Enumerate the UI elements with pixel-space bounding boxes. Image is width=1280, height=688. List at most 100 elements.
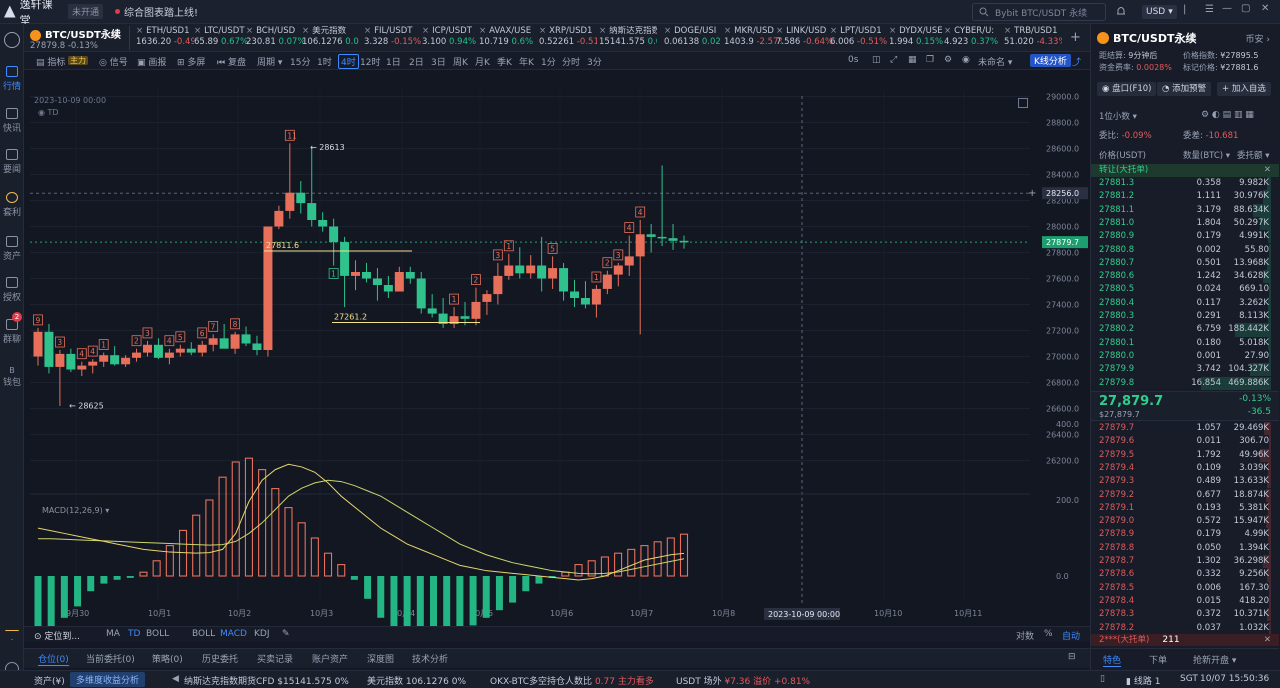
orderbook-row[interactable]: 27880.6 1.242 34.628K [1091,270,1280,284]
ticker-main[interactable]: BTC/USDT永续 27879.8 -0.13% [30,26,130,51]
tab-new-listing[interactable]: 抢新开盘 ▾ [1193,653,1236,666]
globe-icon[interactable] [4,32,20,48]
signal-button[interactable]: ◎ 信号 [99,55,128,68]
close-icon[interactable]: × [136,26,143,36]
orderbook-row[interactable]: 27879.1 0.193 5.381K [1091,501,1280,516]
close-icon[interactable]: × [664,26,671,36]
share-icon[interactable]: ⤴ [1072,55,1081,68]
phone-icon[interactable]: ▯ [1100,674,1105,684]
close-icon[interactable]: × [364,26,371,36]
close-icon[interactable]: × [539,26,546,36]
settings-icon[interactable]: ⚙ ◐ ▤ ▥ ▦ [1201,110,1254,120]
ticker-item[interactable]: × LPT/USD1 6.006 -0.51% [830,26,888,50]
edit-icon[interactable]: ✎ [282,629,290,639]
minimize-icon[interactable]: — [1222,3,1232,14]
nav-flash[interactable]: 快讯 [0,108,24,134]
ticker-item[interactable]: × XRP/USD1 0.52261 -0.51 [539,26,597,50]
close-icon[interactable]: × [776,26,783,36]
ticker-item[interactable]: ×TRB/USD151.020 -4.33% [1004,26,1062,50]
close-icon[interactable]: × [246,26,253,36]
precision-select[interactable]: 1位小数 ▾ [1099,110,1137,122]
orderbook-row[interactable]: 27878.9 0.179 4.99K [1091,528,1280,542]
close-icon[interactable]: × [422,26,429,36]
ticker-item[interactable]: × LTC/USDT 65.89 0.67% [194,26,252,50]
search-box[interactable]: Bybit BTC/USDT 永续 [972,3,1106,21]
close-icon[interactable]: × [724,26,731,36]
percent-toggle[interactable]: % [1044,629,1053,639]
unnamed-layout[interactable]: 未命名 ▾ [978,55,1012,68]
favorite-button[interactable]: + 加入自选 [1217,82,1271,96]
period-1d[interactable]: 1日 [386,55,401,68]
tab-trades[interactable]: 买卖记录 [257,652,293,665]
orderbook-row[interactable]: 27879.2 0.677 18.874K [1091,488,1280,502]
status-item-2[interactable]: OKX-BTC多空持仓人数比 0.77 主力看多 [490,674,654,687]
currency-select[interactable]: USD ▾ [1142,5,1177,19]
refresh-interval[interactable]: 0s [848,55,858,65]
orderbook-row[interactable]: 27878.3 0.372 10.371K [1091,608,1280,622]
chart-svg[interactable]: 29000.0 28800.0 28600.0 28400.0 2 8 200.0 28000… [24,70,1090,626]
orderbook-row[interactable]: 27880.5 0.024 669.10 [1091,283,1280,297]
vip-icon[interactable] [5,630,19,640]
orderbook-row[interactable]: 27880.9 0.179 4.991K [1091,230,1280,244]
close-icon[interactable]: × [830,26,837,36]
close-icon[interactable]: ✕ [1264,634,1271,646]
close-icon[interactable]: × [302,26,309,36]
gear-icon[interactable]: ⚙ [944,55,952,65]
period-2d[interactable]: 2日 [409,55,424,68]
auto-scale-toggle[interactable]: 自动 [1062,629,1080,642]
period-12h[interactable]: 12时 [360,55,380,68]
replay-button[interactable]: ⏮ 复盘 [217,55,246,68]
ticker-item[interactable]: × LINK/USD 7.586 -0.64% [776,26,834,50]
orderbook-row[interactable]: 27878.4 0.015 418.20 [1091,594,1280,609]
orderbook-row[interactable]: 27879.8 16.854 469.886K [1091,376,1280,390]
layout-icon[interactable]: ▦ [908,55,917,65]
period-3d[interactable]: 3日 [431,55,446,68]
account-badge[interactable]: 未开通 [68,4,104,19]
snapshot-icon[interactable]: ◉ [962,55,970,65]
nav-auth[interactable]: 授权 [0,277,24,303]
multi-analysis-link[interactable]: 多维度收益分析 [70,672,146,687]
add-ticker-icon[interactable]: + [1070,30,1081,45]
ticker-item[interactable]: × DOGE/USI 0.06138 0.02 [664,26,722,50]
indicator-boll-sub[interactable]: BOLL [192,629,215,639]
orderbook-row[interactable]: 27880.4 0.117 3.262K [1091,296,1280,310]
main-force-button[interactable]: 主力 [68,55,88,66]
close-icon[interactable]: × [194,26,201,36]
tab-account[interactable]: 账户资产 [312,652,348,665]
period-month[interactable]: 月K [475,55,490,68]
exchange-select[interactable]: 币安 › [1246,32,1270,45]
ticker-item[interactable]: × ICP/USDT 3.100 0.94% [422,26,480,50]
orderbook-row[interactable]: 27881.3 0.358 9.982K [1091,177,1280,191]
orderbook-row[interactable]: 27880.2 6.759 188.442K [1091,323,1280,337]
depth-button[interactable]: ◉ 盘口(F10) [1097,82,1157,96]
tab-analysis[interactable]: 技术分析 [412,652,448,665]
ticker-item[interactable]: × 美元指数 106.1276 0.0 [302,26,360,50]
tab-positions[interactable]: 仓位(0) [38,652,69,666]
period-week[interactable]: 周K [453,55,468,68]
status-item-0[interactable]: 纳斯达克指数期货CFD $15141.575 0% [184,674,349,687]
nav-wallet[interactable]: B 钱包 [0,366,24,388]
tab-features[interactable]: 特色 [1103,653,1122,667]
period-quarter[interactable]: 季K [497,55,512,68]
orderbook-row[interactable]: 27878.6 0.332 9.256K [1091,568,1280,582]
orderbook-row[interactable]: 27880.0 0.001 27.90 [1091,349,1280,364]
indicator-ma[interactable]: MA [106,629,120,639]
chart-area[interactable]: 29000.0 28800.0 28600.0 28400.0 2 8 200.0 28000… [24,70,1090,626]
window-icon[interactable]: ❐ [926,55,934,65]
indicator-macd[interactable]: MACD [220,629,247,639]
orderbook-row[interactable]: 27880.8 0.002 55.80 [1091,243,1280,257]
ticker-item[interactable]: ×纳斯达克指数15141.575 0.0 [599,26,657,50]
status-item-1[interactable]: 美元指数 106.1276 0% [367,674,466,687]
orderbook-row[interactable]: 27879.3 0.489 13.633K [1091,475,1280,489]
tab-open-orders[interactable]: 当前委托(0) [86,652,135,665]
orderbook-row[interactable]: 27878.7 1.302 36.298K [1091,555,1280,569]
nav-arbitrage[interactable]: 套利 [0,192,24,218]
maximize-icon[interactable]: ▢ [1241,3,1250,14]
alert-button[interactable]: ◔ 添加预警 [1157,82,1212,96]
orderbook-row[interactable]: 27879.4 0.109 3.039K [1091,461,1280,476]
draw-button[interactable]: ▣ 画报 [137,55,166,68]
tab-depth[interactable]: 深度图 [367,652,394,665]
tab-order[interactable]: 下单 [1149,653,1167,666]
tab-strategy[interactable]: 策略(0) [152,652,183,665]
period-3m[interactable]: 3分 [587,55,602,68]
